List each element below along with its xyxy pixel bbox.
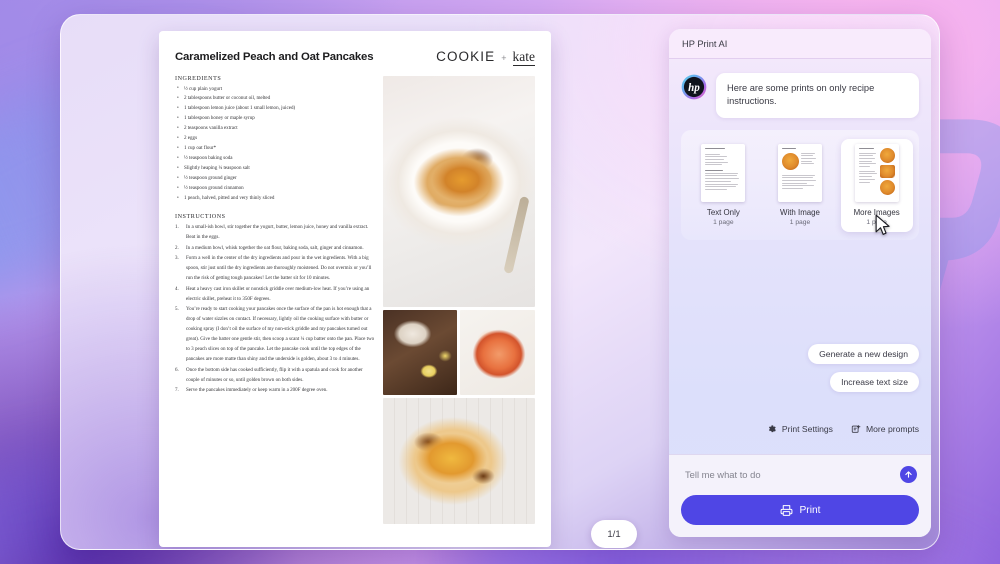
instruction-item: Once the bottom side has cooked sufficie… — [175, 366, 363, 383]
instructions-list: In a small-ish bowl, stir together the y… — [175, 223, 375, 396]
instructions-heading: INSTRUCTIONS — [175, 214, 226, 221]
pancake-stack-plate-photo — [383, 75, 535, 307]
with-image-thumbnail — [777, 143, 822, 202]
ingredient-item: 1 tablespoon honey or maple syrup — [175, 114, 375, 124]
document-image-column — [383, 75, 535, 524]
ingredient-item: ½ teaspoon ground cinnamon — [175, 184, 375, 194]
ai-panel-content: hp Here are some prints on only recipe i… — [669, 59, 931, 454]
document-text-column: INGREDIENTS ½ cup plain yogurt 2 tablesp… — [175, 76, 375, 524]
instruction-item: In a medium bowl, whisk together the oat… — [175, 244, 364, 254]
document-body: INGREDIENTS ½ cup plain yogurt 2 tablesp… — [175, 75, 535, 524]
ai-panel-header: HP Print AI — [669, 29, 931, 59]
ingredient-item: 1 cup oat flour* — [175, 144, 375, 154]
action-links: Print Settings More prompts — [767, 424, 919, 434]
ai-panel-title: HP Print AI — [682, 38, 728, 49]
ai-assistant-panel: HP Print AI hp Here are some prints on o… — [669, 29, 931, 537]
page-indicator: 1/1 — [591, 520, 637, 548]
gear-icon — [767, 424, 777, 434]
print-settings-label: Print Settings — [781, 424, 833, 434]
ingredient-item: Slightly heaping ¼ teaspoon salt — [175, 164, 375, 174]
ingredient-item: ½ cup plain yogurt — [175, 84, 375, 95]
prompt-input[interactable] — [685, 469, 900, 480]
document-preview-page[interactable]: Caramelized Peach and Oat Pancakes COOKI… — [159, 31, 551, 547]
instruction-item: In a small-ish bowl, stir together the y… — [175, 223, 369, 241]
more-prompts-button[interactable]: More prompts — [851, 424, 919, 434]
card-subtitle: 1 page — [789, 218, 811, 226]
instruction-item: Serve the pancakes immediately or keep w… — [175, 386, 328, 396]
ingredient-item: 2 teaspoons vanilla extract — [175, 124, 375, 134]
brand-plus-text: + — [501, 53, 507, 63]
ingredient-item: 1 peach, halved, pitted and very thinly … — [175, 194, 375, 204]
ingredients-list: ½ cup plain yogurt 2 tablespoons butter … — [175, 84, 375, 205]
ingredient-item: 2 tablespoons butter or coconut oil, mel… — [175, 94, 375, 104]
brand-primary-text: COOKIE — [436, 49, 496, 64]
brand-secondary-text: kate — [512, 49, 535, 66]
ingredient-item: 2 eggs — [175, 134, 375, 144]
mixing-bowl-photo — [383, 309, 457, 395]
instruction-item: Form a well in the center of the dry ing… — [175, 254, 372, 282]
brand-logo: COOKIE + kate — [436, 49, 535, 66]
design-card-with-image[interactable]: With Image 1 page — [764, 139, 836, 232]
more-images-thumbnail — [854, 143, 899, 202]
document-header: Caramelized Peach and Oat Pancakes COOKI… — [175, 49, 535, 66]
ingredient-item: ½ teaspoon ground ginger — [175, 174, 375, 184]
design-card-text-only[interactable]: Text Only 1 page — [687, 139, 759, 232]
ingredient-item: 1 tablespoon lemon juice (about 1 small … — [175, 104, 375, 114]
hp-logo-icon: hp — [681, 74, 707, 100]
printer-icon — [780, 504, 793, 517]
card-title: With Image — [780, 207, 820, 217]
composer: Print — [669, 454, 931, 537]
mouse-pointer-icon — [874, 214, 891, 237]
ingredient-item: ½ teaspoon baking soda — [175, 154, 375, 164]
arrow-up-icon — [904, 470, 913, 479]
instruction-item: You’re ready to start cooking your panca… — [175, 305, 375, 363]
print-button-label: Print — [799, 504, 821, 516]
ingredients-heading: INGREDIENTS — [175, 75, 222, 82]
assistant-message-bubble: Here are some prints on only recipe inst… — [716, 73, 919, 118]
suggestion-chips: Generate a new design Increase text size — [808, 344, 919, 392]
assistant-message-row: hp Here are some prints on only recipe i… — [681, 73, 919, 118]
desktop-background: Caramelized Peach and Oat Pancakes COOKI… — [0, 0, 1000, 564]
caramelized-pancake-closeup-photo — [383, 397, 535, 524]
suggestion-generate-new-design[interactable]: Generate a new design — [808, 344, 919, 364]
more-prompts-label: More prompts — [865, 424, 919, 434]
photo-row — [383, 309, 535, 395]
whole-peach-photo — [460, 309, 535, 395]
card-subtitle: 1 page — [713, 218, 734, 226]
text-only-thumbnail — [701, 143, 746, 202]
print-button[interactable]: Print — [681, 495, 919, 525]
send-button[interactable] — [900, 466, 917, 483]
app-window: Caramelized Peach and Oat Pancakes COOKI… — [60, 14, 940, 550]
svg-text:hp: hp — [688, 82, 700, 94]
print-settings-button[interactable]: Print Settings — [767, 424, 833, 434]
card-title: Text Only — [706, 207, 740, 217]
prompt-input-row — [681, 466, 919, 483]
suggestion-increase-text-size[interactable]: Increase text size — [830, 372, 919, 392]
add-note-icon — [851, 424, 861, 434]
recipe-title: Caramelized Peach and Oat Pancakes — [175, 51, 374, 63]
instruction-item: Heat a heavy cast iron skillet or nonsti… — [175, 285, 370, 302]
